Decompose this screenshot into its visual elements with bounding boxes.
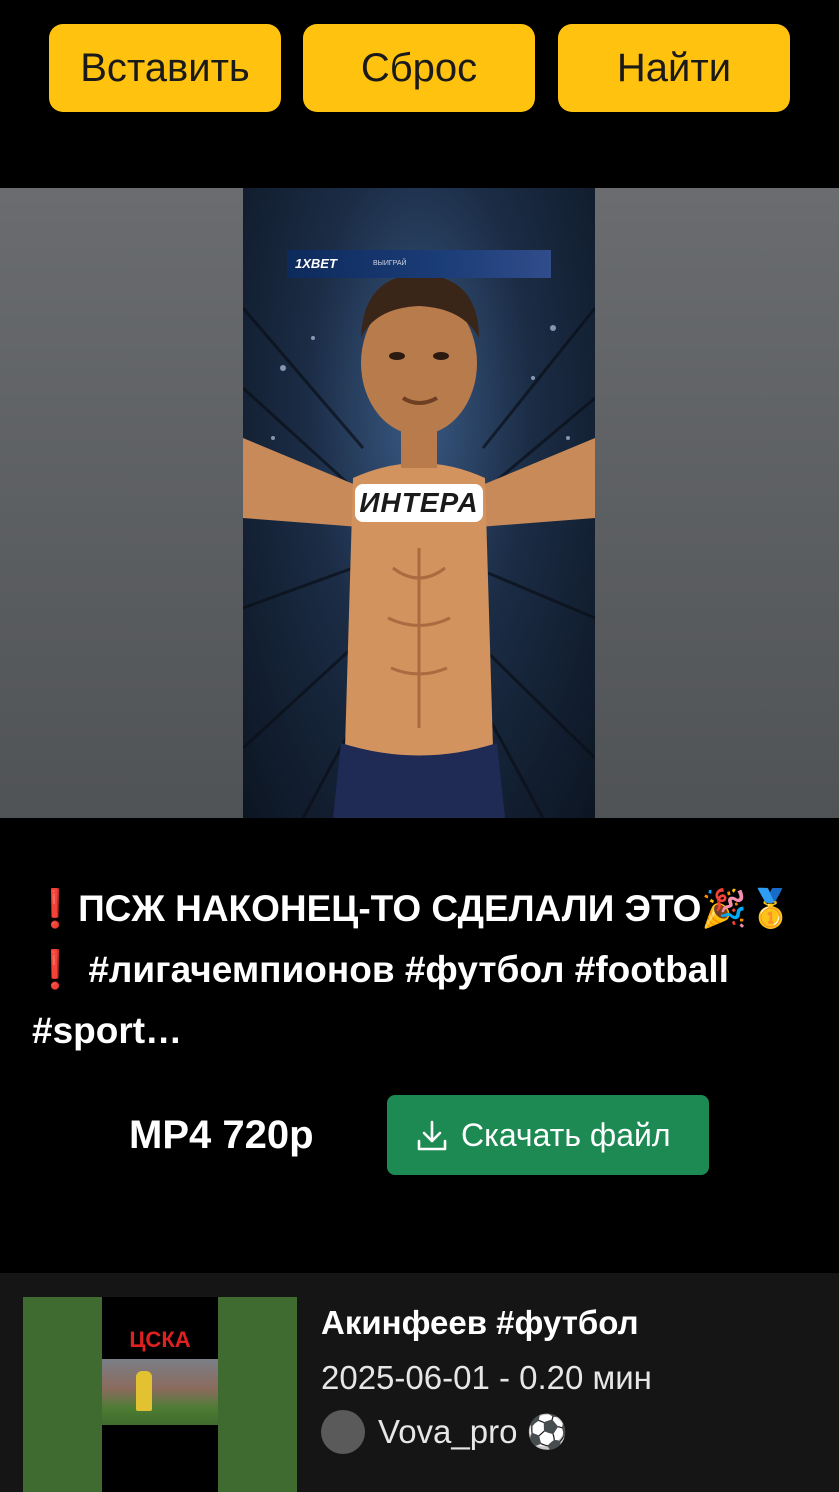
thumbnail-caption: ЦСКА (129, 1327, 191, 1352)
download-button[interactable]: Скачать файл (387, 1095, 709, 1175)
video-frame[interactable]: 1XBET ВЫИГРАЙ ИНТЕРА (243, 188, 595, 818)
video-caption-overlay: ИНТЕРА (355, 484, 483, 522)
sponsor-subtext: ВЫИГРАЙ (373, 260, 407, 267)
paste-button[interactable]: Вставить (49, 24, 281, 112)
download-button-label: Скачать файл (461, 1117, 671, 1153)
preview-blur-right (595, 188, 839, 818)
video-preview[interactable]: 1XBET ВЫИГРАЙ ИНТЕРА (0, 188, 839, 818)
avatar (321, 1410, 365, 1454)
thumbnail-frame: ЦСКА (102, 1297, 218, 1492)
preview-blur-left (0, 188, 243, 818)
format-label: MP4 720p (129, 1113, 314, 1157)
video-title: ❗ПСЖ НАКОНЕЦ-ТО СДЕЛАЛИ ЭТО🎉🥇❗ #лигачемп… (32, 888, 794, 1051)
related-thumbnail[interactable]: ЦСКА (23, 1297, 297, 1492)
download-icon (417, 1120, 447, 1151)
sponsor-logo: 1XBET (295, 256, 337, 271)
find-button[interactable]: Найти (558, 24, 790, 112)
related-meta: 2025-06-01 - 0.20 мин (321, 1359, 652, 1396)
thumbnail-player (136, 1371, 152, 1411)
author-name: Vova_pro ⚽ (378, 1413, 568, 1450)
related-title[interactable]: Акинфеев #футбол (321, 1303, 639, 1343)
toolbar: Вставить Сброс Найти (0, 0, 839, 188)
thumbnail-image (102, 1359, 218, 1425)
reset-button[interactable]: Сброс (303, 24, 535, 112)
